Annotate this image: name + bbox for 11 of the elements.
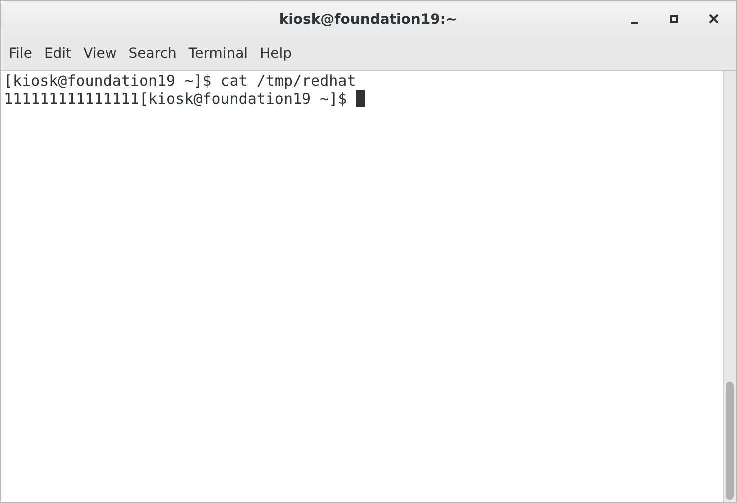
menu-item[interactable]: File xyxy=(3,44,38,65)
menu-item[interactable]: View xyxy=(78,44,123,65)
menu-item[interactable]: Search xyxy=(122,44,183,65)
terminal-line: 111111111111111[kiosk@foundation19 ~]$ xyxy=(4,90,348,108)
terminal-line: [kiosk@foundation19 ~]$ cat /tmp/redhat xyxy=(4,72,356,90)
window-title: kiosk@foundation19:~ xyxy=(279,10,458,30)
close-icon xyxy=(709,14,719,24)
scrollbar-thumb[interactable] xyxy=(726,382,734,500)
menu-item[interactable]: Terminal xyxy=(182,44,254,65)
menu-item[interactable]: Help xyxy=(254,44,298,65)
menu-item[interactable]: Edit xyxy=(38,44,78,65)
